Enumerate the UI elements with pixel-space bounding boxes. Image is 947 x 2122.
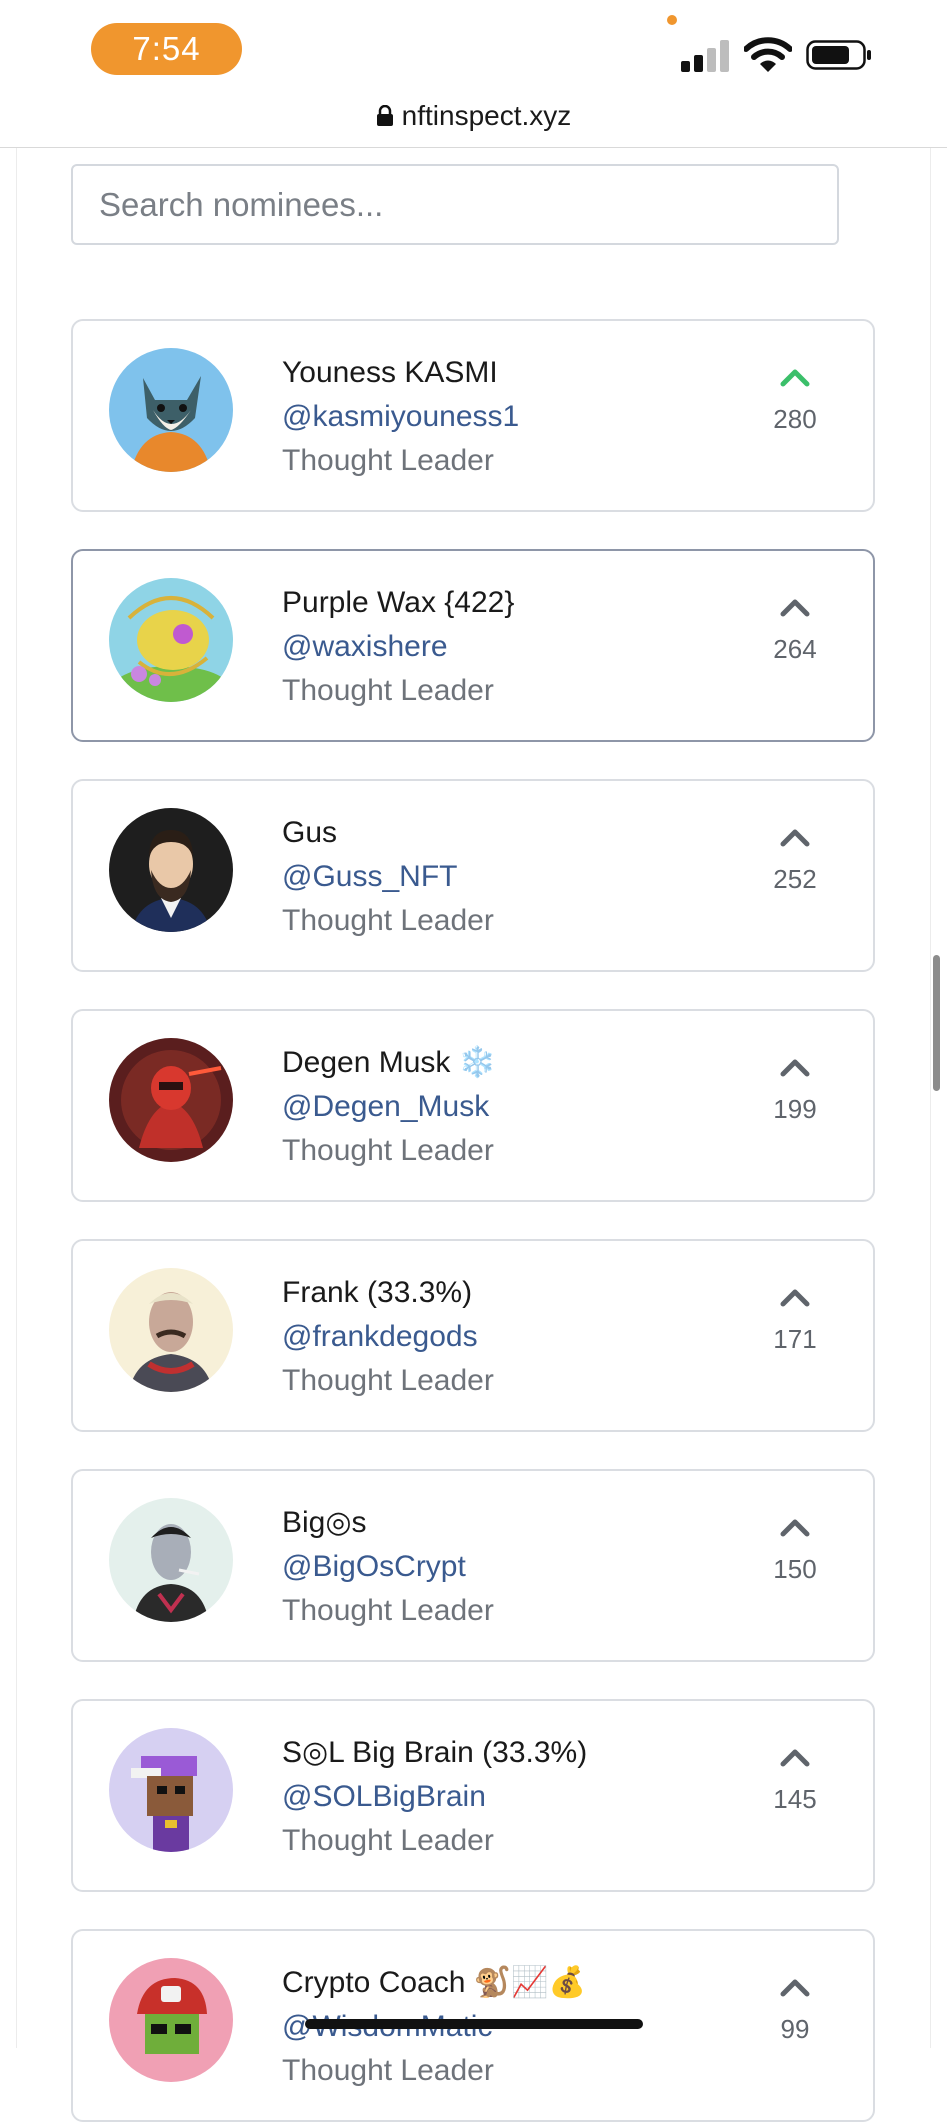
- vote-count: 145: [773, 1784, 817, 1814]
- nominee-handle-link[interactable]: @waxishere: [282, 625, 514, 669]
- upvote-arrow-icon[interactable]: [778, 1746, 812, 1768]
- upvote-control[interactable]: 252: [745, 826, 845, 895]
- upvote-arrow-icon[interactable]: [778, 1056, 812, 1078]
- nominee-card[interactable]: Frank (33.3%) @frankdegods Thought Leade…: [71, 1239, 875, 1432]
- upvote-control[interactable]: 99: [745, 1976, 845, 2045]
- nominee-name: S◎L Big Brain (33.3%): [282, 1736, 588, 1769]
- cellular-signal-icon: [681, 38, 731, 72]
- upvote-control[interactable]: 199: [745, 1056, 845, 1125]
- nominee-role: Thought Leader: [282, 2054, 494, 2087]
- wifi-icon: [744, 37, 792, 72]
- upvote-control[interactable]: 150: [745, 1516, 845, 1585]
- nominee-role: Thought Leader: [282, 1824, 494, 1857]
- vote-count: 171: [773, 1324, 817, 1354]
- vote-count: 252: [773, 864, 817, 894]
- nominee-role: Thought Leader: [282, 1594, 494, 1627]
- upvote-control[interactable]: 280: [745, 366, 845, 435]
- page-border-right: [930, 148, 931, 2048]
- nominee-card[interactable]: S◎L Big Brain (33.3%) @SOLBigBrain Thoug…: [71, 1699, 875, 1892]
- page-border-left: [16, 148, 17, 2048]
- nominee-name: Purple Wax {422}: [282, 586, 515, 619]
- nominee-card[interactable]: Purple Wax {422} @waxishere Thought Lead…: [71, 549, 875, 742]
- vote-count: 264: [773, 634, 817, 664]
- nominee-handle-link[interactable]: @Guss_NFT: [282, 855, 494, 899]
- nominee-handle-link[interactable]: @SOLBigBrain: [282, 1775, 587, 1819]
- nominee-role: Thought Leader: [282, 904, 494, 937]
- pixel-ape-avatar: [109, 1728, 233, 1852]
- address-bar[interactable]: nftinspect.xyz: [0, 100, 947, 148]
- nominee-handle-link[interactable]: @BigOsCrypt: [282, 1545, 494, 1589]
- vote-count: 199: [773, 1094, 817, 1124]
- privacy-indicator-dot: [667, 15, 677, 25]
- toolbar-divider: [0, 147, 947, 148]
- nominee-role: Thought Leader: [282, 444, 494, 477]
- red-cap-avatar: [109, 1958, 233, 2082]
- nominee-card[interactable]: Gus @Guss_NFT Thought Leader 252: [71, 779, 875, 972]
- nominee-role: Thought Leader: [282, 1364, 494, 1397]
- nominee-role: Thought Leader: [282, 1134, 494, 1167]
- upvote-arrow-icon[interactable]: [778, 596, 812, 618]
- nominee-name: Big◎s: [282, 1506, 367, 1539]
- nominee-handle-link[interactable]: @frankdegods: [282, 1315, 494, 1359]
- battery-icon: [806, 40, 871, 70]
- nominee-card[interactable]: Youness KASMI @kasmiyouness1 Thought Lea…: [71, 319, 875, 512]
- nominee-card[interactable]: Big◎s @BigOsCrypt Thought Leader 150: [71, 1469, 875, 1662]
- scrollbar[interactable]: [933, 955, 940, 1091]
- nominee-name: Crypto Coach 🐒📈💰: [282, 1966, 586, 1999]
- nominee-handle-link[interactable]: @kasmiyouness1: [282, 395, 519, 439]
- nominee-name: Frank (33.3%): [282, 1276, 473, 1309]
- vote-count: 280: [773, 404, 817, 434]
- lock-icon: [376, 105, 393, 126]
- upvote-arrow-icon[interactable]: [778, 826, 812, 848]
- clock-time: 7:54: [91, 23, 242, 75]
- gray-man-avatar: [109, 1498, 233, 1622]
- yellow-creature-avatar: [109, 578, 233, 702]
- nominee-role: Thought Leader: [282, 674, 494, 707]
- nominee-name: Gus: [282, 816, 338, 849]
- upvote-control[interactable]: 264: [745, 596, 845, 665]
- upvote-control[interactable]: 145: [745, 1746, 845, 1815]
- tattooed-man-avatar: [109, 1268, 233, 1392]
- bearded-man-avatar: [109, 808, 233, 932]
- upvote-arrow-icon[interactable]: [778, 1516, 812, 1538]
- red-robot-avatar: [109, 1038, 233, 1162]
- vote-count: 99: [780, 2014, 810, 2044]
- nominee-handle-link[interactable]: @Degen_Musk: [282, 1085, 496, 1129]
- nominee-card[interactable]: Degen Musk ❄️ @Degen_Musk Thought Leader…: [71, 1009, 875, 1202]
- vote-count: 150: [773, 1554, 817, 1584]
- search-input[interactable]: [71, 164, 839, 245]
- nominee-name: Youness KASMI: [282, 356, 498, 389]
- home-indicator[interactable]: [305, 2019, 643, 2029]
- url-text: nftinspect.xyz: [401, 100, 572, 131]
- upvote-arrow-icon[interactable]: [778, 366, 812, 388]
- status-bar: 7:54: [0, 0, 947, 100]
- upvote-control[interactable]: 171: [745, 1286, 845, 1355]
- upvote-arrow-icon[interactable]: [778, 1286, 812, 1308]
- fox-avatar: [109, 348, 233, 472]
- upvote-arrow-icon[interactable]: [778, 1976, 812, 1998]
- nominee-name: Degen Musk ❄️: [282, 1046, 497, 1079]
